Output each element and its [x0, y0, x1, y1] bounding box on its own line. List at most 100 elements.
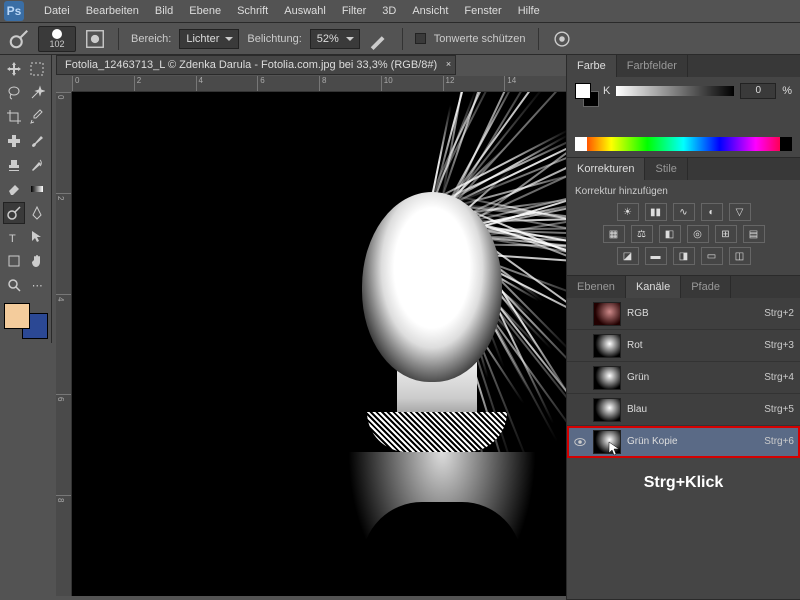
adjustments-title: Korrektur hinzufügen [575, 186, 792, 197]
invert-icon[interactable]: ◪ [617, 247, 639, 265]
channel-row[interactable]: GrünStrg+4 [567, 362, 800, 394]
channel-name: Grün Kopie [627, 436, 758, 447]
canvas-image[interactable] [72, 92, 566, 596]
threshold-icon[interactable]: ◨ [673, 247, 695, 265]
ruler-horizontal: 02468101214 [72, 76, 566, 92]
tab-stile[interactable]: Stile [645, 158, 687, 180]
menu-item[interactable]: Schrift [229, 5, 276, 17]
photo-filter-icon[interactable]: ◎ [687, 225, 709, 243]
hand-tool[interactable] [27, 250, 49, 272]
menu-item[interactable]: Ebene [181, 5, 229, 17]
gradient-tool[interactable] [27, 178, 49, 200]
selective-icon[interactable]: ◫ [729, 247, 751, 265]
tab-korrekturen[interactable]: Korrekturen [567, 158, 645, 180]
lut-icon[interactable]: ▤ [743, 225, 765, 243]
menu-item[interactable]: Bild [147, 5, 181, 17]
lasso-tool[interactable] [3, 82, 25, 104]
channel-row[interactable]: Blau Strg+5 [567, 394, 800, 426]
ruler-vertical: 02468 [56, 92, 72, 596]
menu-item[interactable]: Ansicht [404, 5, 456, 17]
k-value[interactable]: 0 [740, 83, 776, 99]
pen-tool[interactable] [27, 202, 48, 224]
marquee-tool[interactable] [27, 58, 49, 80]
protect-tones-checkbox[interactable] [415, 33, 426, 44]
range-select[interactable]: Lichter [179, 29, 239, 49]
tab-pfade[interactable]: Pfade [681, 276, 731, 298]
eyedropper-tool[interactable] [27, 106, 49, 128]
brush-preset-picker[interactable]: 102 [38, 26, 76, 52]
k-label: K [603, 85, 610, 97]
exposure-select[interactable]: 52% [310, 29, 360, 49]
zoom-tool[interactable] [3, 274, 25, 296]
document-tabs: Fotolia_12463713_L © Zdenka Darula - Fot… [56, 55, 456, 75]
posterize-icon[interactable]: ▬ [645, 247, 667, 265]
move-tool[interactable] [3, 58, 25, 80]
channel-shortcut: Strg+2 [764, 308, 794, 319]
curves-icon[interactable]: ∿ [673, 203, 695, 221]
tab-farbe[interactable]: Farbe [567, 55, 617, 77]
exposure-icon[interactable]: ◐ [701, 203, 723, 221]
channel-row[interactable]: Grün KopieStrg+6 [567, 426, 800, 458]
hue-icon[interactable]: ▦ [603, 225, 625, 243]
visibility-icon[interactable] [573, 307, 587, 321]
channel-row[interactable]: RGBStrg+2 [567, 298, 800, 330]
close-icon[interactable]: × [446, 59, 451, 69]
visibility-icon[interactable] [573, 403, 587, 417]
levels-icon[interactable]: ▮▮ [645, 203, 667, 221]
heal-tool[interactable] [3, 130, 25, 152]
airbrush-icon[interactable] [368, 28, 390, 50]
brightness-icon[interactable]: ☀ [617, 203, 639, 221]
channel-name: Grün [627, 372, 758, 383]
menu-item[interactable]: Filter [334, 5, 374, 17]
adjustments-panel: Korrekturen Stile Korrektur hinzufügen ☀… [567, 158, 800, 276]
eraser-tool[interactable] [3, 178, 25, 200]
wand-tool[interactable] [27, 82, 49, 104]
visibility-icon[interactable] [573, 339, 587, 353]
spectrum-bar[interactable] [575, 137, 792, 151]
shape-tool[interactable] [3, 250, 25, 272]
menu-item[interactable]: Hilfe [510, 5, 548, 17]
brush-panel-icon[interactable] [84, 28, 106, 50]
menu-item[interactable]: 3D [374, 5, 404, 17]
tab-ebenen[interactable]: Ebenen [567, 276, 626, 298]
gradient-map-icon[interactable]: ▭ [701, 247, 723, 265]
svg-text:T: T [9, 233, 16, 245]
bw-icon[interactable]: ◧ [659, 225, 681, 243]
balance-icon[interactable]: ⚖ [631, 225, 653, 243]
tab-kanaele[interactable]: Kanäle [626, 276, 681, 298]
dodge-tool[interactable] [3, 202, 25, 224]
foreground-swatch[interactable] [4, 303, 30, 329]
stamp-tool[interactable] [3, 154, 25, 176]
menu-item[interactable]: Datei [36, 5, 78, 17]
channel-thumb [593, 430, 621, 454]
color-panel: Farbe Farbfelder K 0 % [567, 55, 800, 158]
brush-tool[interactable] [27, 130, 49, 152]
visibility-icon[interactable] [573, 435, 587, 449]
vibrance-icon[interactable]: ▽ [729, 203, 751, 221]
edit-toolbar[interactable]: ⋯ [27, 274, 49, 296]
menu-item[interactable]: Fenster [456, 5, 509, 17]
channel-thumb [593, 398, 621, 422]
tab-farbfelder[interactable]: Farbfelder [617, 55, 688, 77]
visibility-icon[interactable] [573, 371, 587, 385]
mixer-icon[interactable]: ⊞ [715, 225, 737, 243]
history-brush-tool[interactable] [27, 154, 49, 176]
channel-name: Blau [627, 404, 758, 415]
color-swatches[interactable] [2, 301, 50, 341]
channel-row[interactable]: RotStrg+3 [567, 330, 800, 362]
app-logo: Ps [4, 1, 24, 21]
canvas-area: 02468101214 02468 [56, 76, 566, 596]
path-select-tool[interactable] [27, 226, 49, 248]
crop-tool[interactable] [3, 106, 25, 128]
document-tab[interactable]: Fotolia_12463713_L © Zdenka Darula - Fot… [56, 55, 456, 75]
channel-shortcut: Strg+5 [764, 404, 794, 415]
channel-thumb [593, 334, 621, 358]
mini-swatches[interactable] [575, 83, 599, 107]
menu-item[interactable]: Auswahl [276, 5, 334, 17]
k-slider-track[interactable] [616, 86, 734, 96]
tablet-pressure-icon[interactable] [551, 28, 573, 50]
type-tool[interactable]: T [3, 226, 25, 248]
channel-thumb [593, 302, 621, 326]
dodge-tool-icon[interactable] [8, 28, 30, 50]
menu-item[interactable]: Bearbeiten [78, 5, 147, 17]
